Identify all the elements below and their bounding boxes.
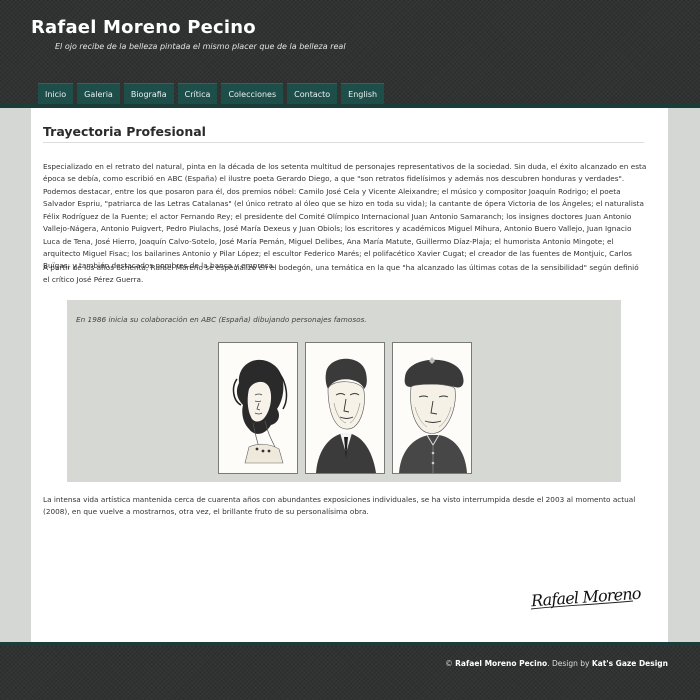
paragraph-closing: La intensa vida artística mantenida cerc…	[43, 495, 636, 517]
title-divider	[43, 142, 644, 143]
content-panel: Trayectoria Profesional Especializado en…	[31, 108, 668, 642]
portrait-drawing-woman[interactable]	[218, 342, 298, 474]
page-title: Trayectoria Profesional	[43, 124, 206, 139]
artist-signature: Rafael Moreno	[529, 584, 641, 611]
main-nav: Inicio Galeria Biografia Crítica Colecci…	[38, 83, 388, 105]
copyright-prefix: ©	[445, 659, 456, 668]
site-title[interactable]: Rafael Moreno Pecino	[31, 17, 256, 38]
design-prefix: . Design by	[547, 659, 592, 668]
nav-item-galeria[interactable]: Galeria	[77, 83, 120, 105]
man-sketch-image	[316, 358, 376, 473]
nav-item-biografia[interactable]: Biografia	[123, 83, 174, 105]
man-cap-sketch-image	[399, 357, 467, 473]
nav-item-inicio[interactable]: Inicio	[38, 83, 74, 105]
nav-item-contacto[interactable]: Contacto	[287, 83, 338, 105]
paragraph-bodegon: A partir de los años ochenta, Rafael Mor…	[43, 263, 639, 285]
paragraph-intro: Especializado en el retrato del natural,…	[43, 162, 647, 184]
paragraph-sitters: Podemos destacar, entre los que posaron …	[43, 187, 644, 271]
figure-caption: En 1986 inicia su colaboración en ABC (E…	[76, 315, 367, 324]
site-tagline: El ojo recibe de la belleza pintada el m…	[55, 42, 346, 51]
signature-text: Rafael Moreno	[529, 584, 641, 611]
nav-item-colecciones[interactable]: Colecciones	[221, 83, 284, 105]
portrait-drawing-man-suit[interactable]	[305, 342, 385, 474]
portrait-gallery-box: En 1986 inicia su colaboración en ABC (E…	[67, 300, 621, 482]
nav-item-critica[interactable]: Crítica	[177, 83, 218, 105]
designer-link[interactable]: Kat's Gaze Design	[592, 659, 668, 668]
footer-credits: © Rafael Moreno Pecino. Design by Kat's …	[445, 659, 668, 668]
nav-item-english[interactable]: English	[341, 83, 385, 105]
site-header: Rafael Moreno Pecino El ojo recibe de la…	[0, 0, 700, 105]
woman-sketch-image	[232, 359, 288, 464]
copyright-name: Rafael Moreno Pecino	[455, 659, 548, 668]
portrait-drawing-man-cap[interactable]	[392, 342, 472, 474]
site-footer: © Rafael Moreno Pecino. Design by Kat's …	[0, 646, 700, 700]
